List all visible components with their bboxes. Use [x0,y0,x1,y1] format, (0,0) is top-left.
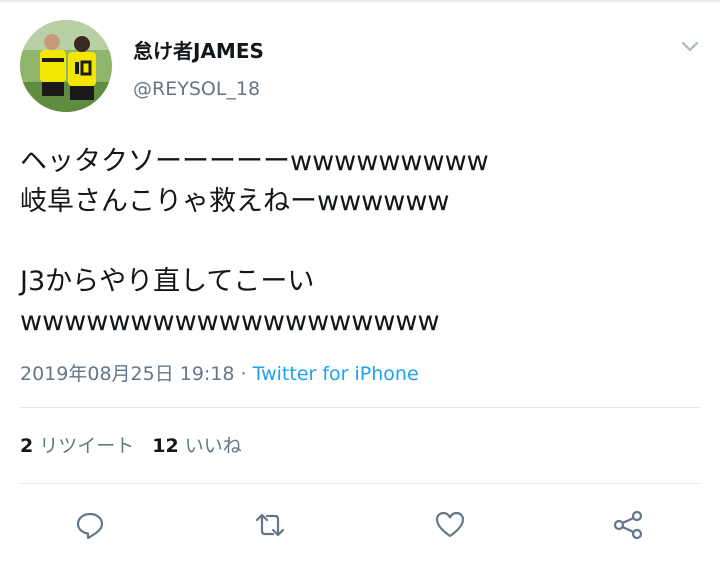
avatar-photo [20,20,112,112]
share-button[interactable] [608,505,648,545]
tweet-line: wwwwwwwwwwwwwwwwwww [20,306,440,337]
reply-icon [76,512,104,540]
timestamp[interactable]: 2019年08月25日 19:18 [20,363,235,385]
top-border [0,0,720,2]
user-handle[interactable]: @REYSOL_18 [133,78,260,100]
retweet-button[interactable] [250,505,290,545]
chevron-down-icon [681,41,699,52]
divider [20,483,700,484]
tweet-line: 岐阜さんこりゃ救えねーwwwwww [20,186,450,217]
like-button[interactable] [430,505,470,545]
divider [20,407,700,408]
retweet-count[interactable]: 2 [20,435,33,457]
source-link[interactable]: Twitter for iPhone [253,363,419,385]
avatar[interactable] [20,20,112,112]
retweet-icon [255,513,285,537]
meta-separator: · [234,363,253,385]
like-label[interactable]: いいね [185,435,242,457]
tweet-meta: 2019年08月25日 19:18 · Twitter for iPhone [20,359,419,386]
tweet-text: ヘッタクソーーーーーwwwwwwwww 岐阜さんこりゃ救えねーwwwwww J3… [20,142,700,342]
tweet-stats: 2 リツイート 12 いいね [20,431,260,458]
more-options-button[interactable] [678,36,702,56]
tweet-line: J3からやり直してこーい [20,266,315,297]
display-name[interactable]: 怠け者JAMES [133,35,264,64]
reply-button[interactable] [70,505,110,545]
like-count[interactable]: 12 [152,435,178,457]
retweet-label[interactable]: リツイート [39,435,134,457]
heart-icon [435,511,465,538]
share-icon [613,510,643,540]
action-bar [0,505,720,547]
tweet-line: ヘッタクソーーーーーwwwwwwwww [20,146,489,177]
